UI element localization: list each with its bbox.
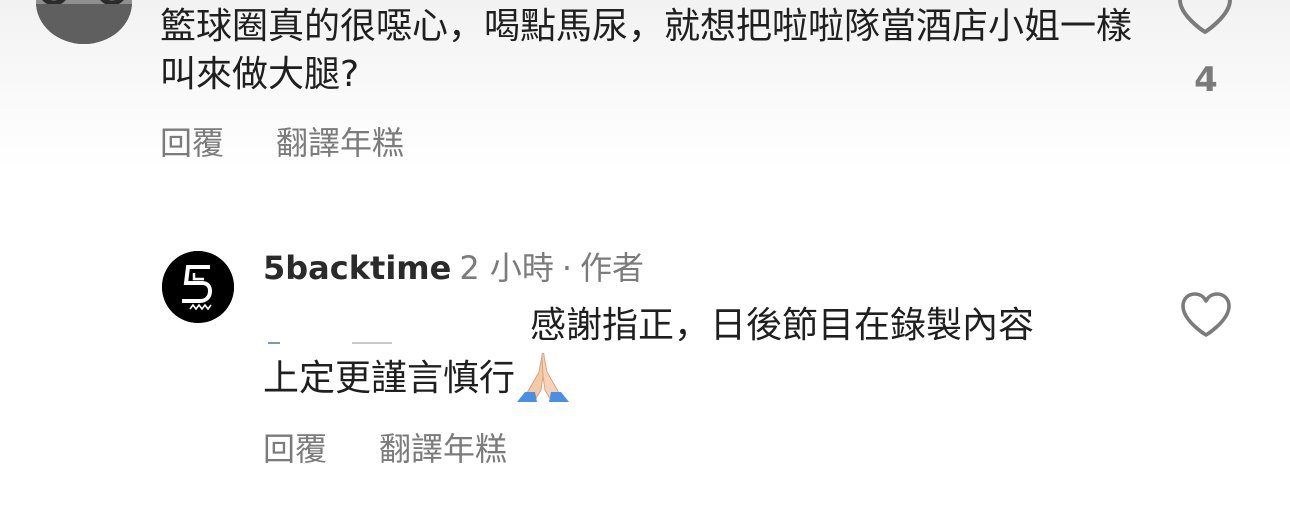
reply-button[interactable]: 回覆 — [160, 118, 224, 164]
reply-text-line-2-text: 上定更謹言慎行 — [263, 358, 516, 399]
heart-outline-icon[interactable] — [1180, 291, 1232, 339]
praying-hands-icon — [517, 352, 570, 402]
redaction-artifact — [268, 342, 280, 344]
avatar-5backtime[interactable] — [162, 251, 234, 323]
username[interactable]: 5backtime — [263, 249, 451, 287]
like-count: 4 — [1194, 60, 1218, 100]
reply-text-line-1: 感謝指正，日後節目在錄製內容 — [530, 305, 1035, 346]
timestamp: 2 小時 — [459, 249, 554, 287]
avatar-commenter[interactable] — [36, 0, 132, 44]
reply-text-line-2: 上定更謹言慎行 — [263, 350, 571, 403]
comment-text: 籃球圈真的很噁心，喝點馬尿，就想把啦啦隊當酒店小姐一樣叫來做大腿? — [160, 6, 1133, 95]
comment-actions: 回覆 翻譯年糕 — [160, 118, 404, 164]
5backtime-logo — [162, 251, 234, 323]
redaction-artifact — [352, 342, 392, 344]
author-badge: 作者 — [580, 249, 645, 287]
reply-button[interactable]: 回覆 — [263, 424, 327, 470]
reply-actions: 回覆 翻譯年糕 — [263, 424, 507, 470]
comment-header: 5backtime 2 小時 · 作者 — [263, 248, 644, 288]
separator-dot: · — [561, 249, 573, 287]
redacted-mention — [262, 294, 520, 350]
motorcycle-photo — [36, 0, 132, 44]
translate-button[interactable]: 翻譯年糕 — [379, 424, 507, 470]
heart-outline-icon[interactable] — [1176, 0, 1234, 36]
translate-button[interactable]: 翻譯年糕 — [276, 118, 404, 164]
